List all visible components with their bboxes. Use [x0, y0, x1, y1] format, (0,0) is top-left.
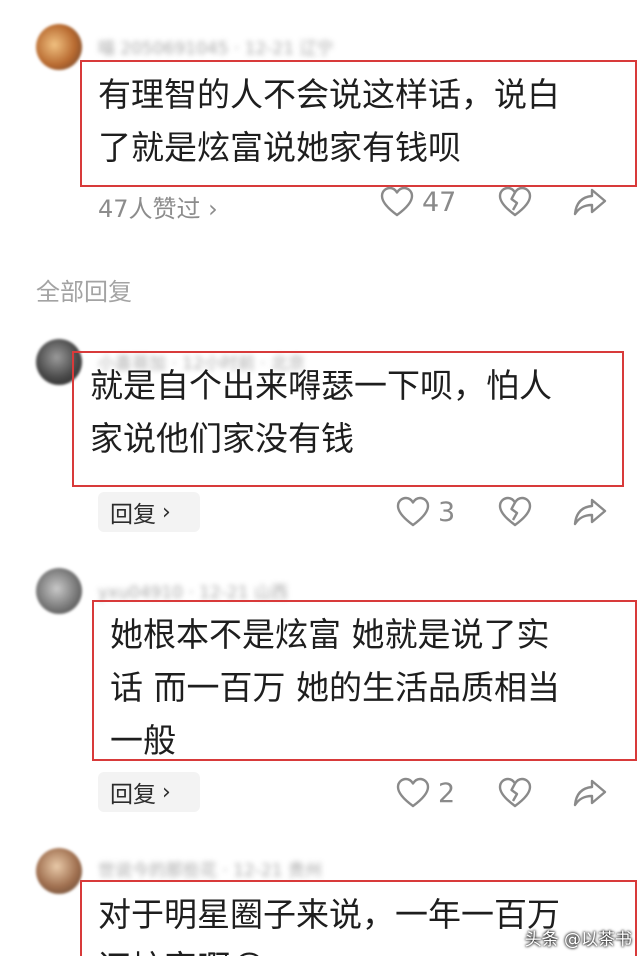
dislike-button[interactable]	[498, 496, 532, 528]
share-button[interactable]	[572, 186, 608, 218]
dislike-button[interactable]	[498, 186, 532, 218]
comment-thread: 喵 2050691045 · 12-21 辽宁 有理智的人不会说这样话，说白 了…	[0, 0, 640, 956]
heart-outline-icon	[380, 186, 414, 218]
avatar[interactable]	[36, 568, 82, 614]
reply-button[interactable]: 回复 ›	[98, 492, 200, 532]
like-count: 3	[438, 496, 456, 528]
comment-meta: yxu04910 · 12-21 山西	[98, 583, 288, 603]
reply-label: 回复	[110, 782, 156, 808]
chevron-right-icon: ›	[162, 779, 171, 805]
avatar[interactable]	[36, 848, 82, 894]
share-arrow-icon	[572, 186, 608, 218]
heart-outline-icon	[396, 777, 430, 809]
comment-line: 她根本不是炫富 她就是说了实	[110, 615, 550, 654]
like-button[interactable]: 2	[396, 777, 455, 809]
comment-meta: 喵 2050691045 · 12-21 辽宁	[98, 39, 334, 59]
like-button[interactable]: 3	[396, 496, 455, 528]
section-title: 全部回复	[36, 278, 132, 306]
share-button[interactable]	[572, 777, 608, 809]
comment-line: 了就是炫富说她家有钱呗	[98, 128, 461, 167]
comment-line: 家说他们家没有钱	[90, 419, 354, 458]
broken-heart-icon	[498, 777, 532, 809]
like-count: 47	[422, 186, 457, 218]
share-arrow-icon	[572, 496, 608, 528]
broken-heart-icon	[498, 496, 532, 528]
dislike-button[interactable]	[498, 777, 532, 809]
comment-line: 有理智的人不会说这样话，说白	[98, 75, 560, 114]
heart-outline-icon	[396, 496, 430, 528]
share-button[interactable]	[572, 496, 608, 528]
comment-text-highlight: 有理智的人不会说这样话，说白 了就是炫富说她家有钱呗	[80, 60, 637, 187]
reply-label: 回复	[110, 502, 156, 528]
comment-meta: 世说今的那些花 · 12-21 贵州	[98, 861, 323, 881]
share-arrow-icon	[572, 777, 608, 809]
comment-text-highlight: 就是自个出来嘚瑟一下呗，怕人 家说他们家没有钱	[72, 351, 624, 487]
broken-heart-icon	[498, 186, 532, 218]
comment-text-highlight: 她根本不是炫富 她就是说了实 话 而一百万 她的生活品质相当 一般	[92, 600, 637, 761]
likes-link[interactable]: 47人赞过 ›	[98, 189, 218, 224]
watermark: 头条 @以茶书	[524, 930, 632, 950]
like-count: 2	[438, 777, 456, 809]
like-button[interactable]: 47	[380, 186, 456, 218]
avatar[interactable]	[36, 24, 82, 70]
reply-button[interactable]: 回复 ›	[98, 772, 200, 812]
chevron-right-icon: ›	[162, 499, 171, 525]
comment-line: 话 而一百万 她的生活品质相当	[110, 668, 560, 707]
comment-line: 一般	[110, 721, 176, 760]
comment-line: 就是自个出来嘚瑟一下呗，怕人	[90, 366, 552, 405]
